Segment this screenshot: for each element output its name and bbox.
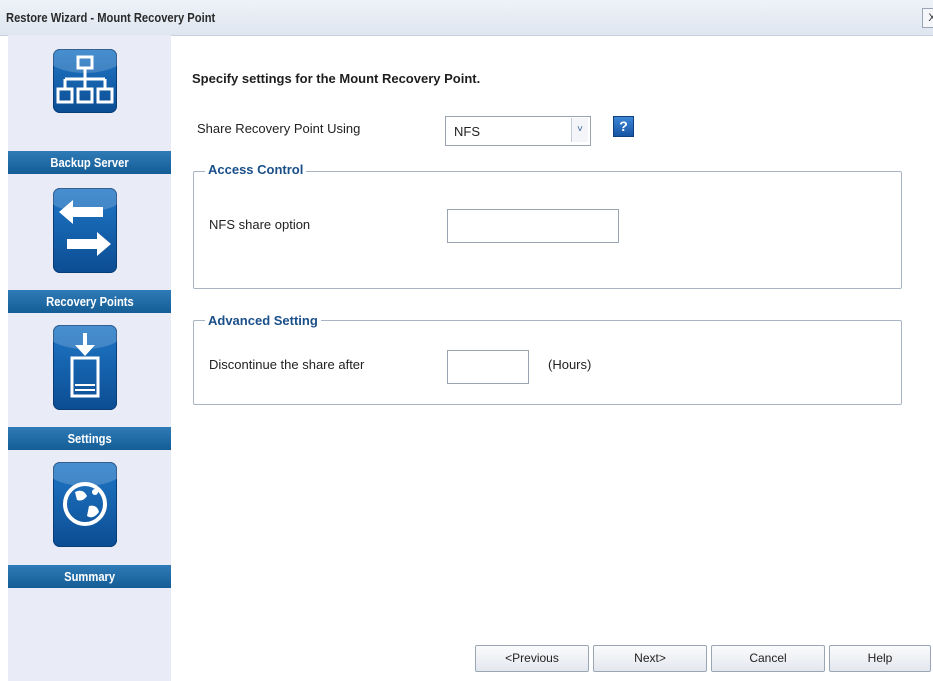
window-title: Restore Wizard - Mount Recovery Point [6,10,216,25]
help-button[interactable]: Help [829,645,931,672]
previous-button[interactable]: <Previous [475,645,589,672]
recovery-points-icon [53,188,117,273]
share-using-label: Share Recovery Point Using [197,121,361,136]
page-heading: Specify settings for the Mount Recovery … [192,71,481,86]
close-button[interactable]: X [922,8,933,28]
cancel-button[interactable]: Cancel [711,645,825,672]
step-recovery-points[interactable]: Recovery Points [8,290,171,313]
step-label: Backup Server [50,155,129,170]
hours-unit-label: (Hours) [548,357,592,372]
help-icon[interactable]: ? [613,116,634,137]
access-control-legend: Access Control [205,162,307,177]
step-summary[interactable]: Summary [8,565,171,588]
title-bar: Restore Wizard - Mount Recovery Point X [0,0,933,36]
share-protocol-value: NFS [454,124,480,139]
step-label: Recovery Points [45,294,134,309]
next-button[interactable]: Next> [593,645,707,672]
settings-icon [53,325,117,410]
summary-icon [53,462,117,547]
step-label: Settings [67,431,112,446]
backup-server-icon [53,49,117,113]
step-settings[interactable]: Settings [8,427,171,450]
discontinue-share-label: Discontinue the share after [209,357,365,372]
chevron-down-icon[interactable]: ˅ [571,118,588,142]
step-backup-server[interactable]: Backup Server [8,151,171,174]
advanced-setting-legend: Advanced Setting [205,313,321,328]
nfs-share-option-input[interactable] [447,209,619,243]
step-label: Summary [64,569,115,584]
discontinue-hours-input[interactable] [447,350,529,384]
nfs-share-option-label: NFS share option [209,217,311,232]
share-protocol-select[interactable]: NFS ˅ [445,116,591,146]
